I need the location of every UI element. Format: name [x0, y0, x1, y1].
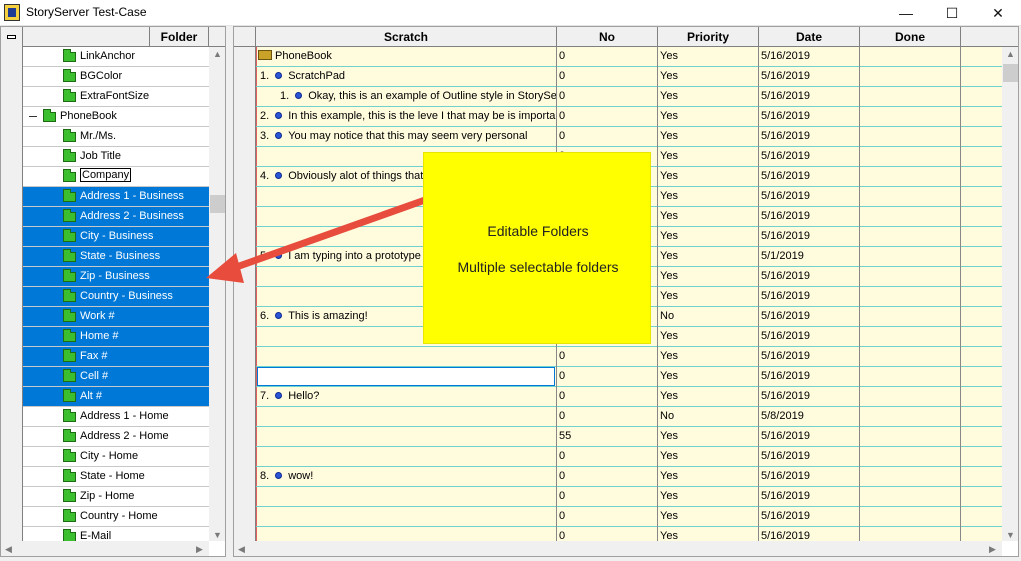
annotation-note: Editable Folders Multiple selectable fol… — [423, 152, 651, 344]
arrow-shaft — [224, 196, 429, 274]
annotation-line-1: Editable Folders — [487, 223, 589, 239]
annotation-line-2: Multiple selectable folders — [457, 259, 619, 275]
arrow-head — [206, 253, 244, 283]
